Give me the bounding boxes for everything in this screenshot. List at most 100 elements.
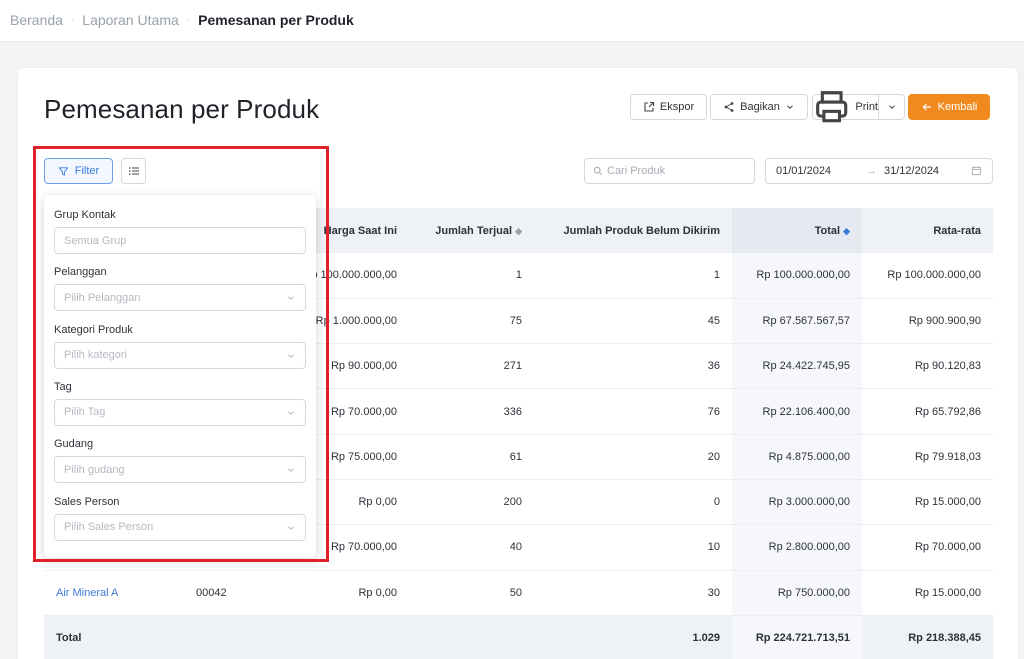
average-cell: Rp 79.918,03 [914,450,981,463]
share-label: Bagikan [740,101,780,113]
filter-select[interactable]: Pilih gudang [54,456,306,484]
pending-delivery-cell: 1 [713,269,720,282]
printer-icon [816,91,848,123]
top-bar: Beranda · Laporan Utama · Pemesanan per … [0,0,1024,42]
filter-input[interactable]: Semua Grup [54,227,306,254]
page-title: Pemesanan per Produk [44,94,320,124]
search-input[interactable]: Cari Produk [584,158,755,184]
breadcrumb-current: Pemesanan per Produk [198,12,354,28]
sort-icon: ◆ [515,225,522,236]
filter-select[interactable]: Pilih Sales Person [54,513,306,541]
total-cell: Rp 67.567.567,57 [732,298,862,344]
product-code-cell: 00042 [196,586,227,599]
filter-field-label: Gudang [54,438,94,451]
export-button[interactable]: Ekspor [630,94,707,120]
search-icon [593,166,603,176]
date-range-arrow: → [866,165,877,177]
filter-select[interactable]: Pilih kategori [54,341,306,369]
filter-placeholder: Semua Grup [64,234,127,247]
total-cell: Rp 2.800.000,00 [732,524,862,571]
average-cell: Rp 15.000,00 [914,496,981,509]
quantity-sold-cell: 336 [503,405,522,418]
share-button[interactable]: Bagikan [710,94,808,120]
chevron-down-icon [288,468,294,473]
table-footer-row: Total 1.029 Rp 224.721.713,51 Rp 218.388… [44,615,993,659]
average-cell: Rp 90.120,83 [914,360,981,373]
pending-delivery-cell: 36 [707,360,720,373]
chevron-down-icon [288,296,294,301]
print-button[interactable]: Print [812,91,879,123]
filter-placeholder: Pilih Sales Person [64,521,154,533]
average-cell: Rp 65.792,86 [914,405,981,418]
search-placeholder: Cari Produk [607,165,666,177]
breadcrumb-separator: · [70,14,75,26]
footer-average: Rp 218.388,45 [908,632,981,645]
quantity-sold-cell: 40 [509,541,522,554]
breadcrumb-reports[interactable]: Laporan Utama [82,12,179,28]
quantity-sold-cell: 200 [503,496,522,509]
share-icon [724,102,734,112]
export-icon [644,101,654,112]
filter-field-label: Pelanggan [54,266,107,279]
filter-button[interactable]: Filter [44,158,113,184]
breadcrumb-separator: · [186,14,191,26]
filter-placeholder: Pilih kategori [64,349,127,362]
average-cell: Rp 900.900,90 [908,314,981,327]
filter-field-label: Kategori Produk [54,323,133,336]
breadcrumb-home[interactable]: Beranda [10,12,63,28]
arrow-left-icon [922,103,931,111]
total-cell: Rp 24.422.745,95 [732,343,862,389]
filter-placeholder: Pilih gudang [64,463,125,476]
footer-label: Total [56,632,82,645]
footer-pending-total: 1.029 [692,632,720,645]
filter-select[interactable]: Pilih Pelanggan [54,284,306,312]
average-cell: Rp 100.000.000,00 [887,269,981,282]
average-cell: Rp 15.000,00 [914,586,981,599]
sort-icon: ◆ [843,225,850,236]
print-options-button[interactable] [879,94,905,120]
quantity-sold-cell: 271 [503,360,522,373]
column-header-average[interactable]: Rata-rata [862,208,993,253]
quantity-sold-cell: 1 [515,269,522,282]
date-range-picker[interactable]: 01/01/2024 → 31/12/2024 [765,158,993,184]
filter-panel: Grup Kontak Semua Grup Pelanggan Pilih Pela… [44,195,316,558]
chevron-down-icon [288,353,294,358]
footer-grand-total: Rp 224.721.713,51 [732,615,862,659]
average-cell: Rp 70.000,00 [914,541,981,554]
start-date[interactable]: 01/01/2024 [776,165,831,177]
pending-delivery-cell: 0 [713,496,720,509]
quantity-sold-cell: 61 [509,450,522,463]
filter-field-label: Tag [54,380,72,393]
end-date[interactable]: 31/12/2024 [884,165,939,177]
total-cell: Rp 22.106.400,00 [732,388,862,435]
filter-label: Filter [74,165,100,177]
column-header-pending-delivery[interactable]: Jumlah Produk Belum Dikirim [534,208,732,253]
filter-field-label: Grup Kontak [54,209,116,221]
total-cell: Rp 3.000.000,00 [732,479,862,525]
total-cell: Rp 4.875.000,00 [732,434,862,480]
pending-delivery-cell: 30 [707,586,720,599]
product-name-cell[interactable]: Air Mineral A [44,570,184,615]
filter-icon [58,166,69,176]
column-header-quantity-sold[interactable]: Jumlah Terjual ◆ [409,208,534,253]
chevron-down-icon [888,105,895,109]
filter-placeholder: Pilih Pelanggan [64,291,141,304]
chevron-down-icon [288,411,294,415]
column-settings-button[interactable] [121,158,146,184]
chevron-down-icon [787,105,793,109]
pending-delivery-cell: 20 [707,450,720,463]
filter-select[interactable]: Pilih Tag [54,398,306,426]
total-cell: Rp 100.000.000,00 [732,253,862,299]
pending-delivery-cell: 10 [707,541,720,554]
total-cell: Rp 750.000,00 [732,570,862,616]
list-icon [128,167,139,175]
print-button-group: Print [812,91,905,123]
table-row[interactable]: Air Mineral A 00042 Rp 0,00 50 30 Rp 750.000,… [44,570,993,616]
print-label: Print [855,101,878,113]
calendar-icon [971,166,982,176]
export-label: Ekspor [659,101,695,113]
quantity-sold-cell: 50 [509,586,522,599]
chevron-down-icon [288,525,294,530]
column-header-total[interactable]: Total ◆ [732,208,862,253]
back-button[interactable]: Kembali [908,94,990,120]
